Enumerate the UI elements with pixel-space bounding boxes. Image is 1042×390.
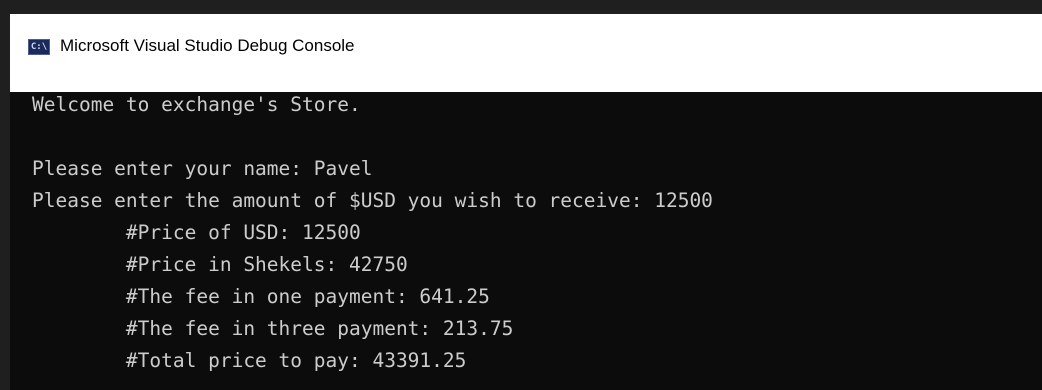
console-line-name-prompt: Please enter your name: Pavel — [32, 157, 373, 180]
console-output[interactable]: Welcome to exchange's Store. Please ente… — [0, 92, 1042, 390]
window-title: Microsoft Visual Studio Debug Console — [60, 36, 355, 55]
console-line-fee-one-payment: #The fee in one payment: 641.25 — [32, 285, 490, 308]
console-app-icon: C:\ — [28, 39, 50, 55]
console-line-price-shekels: #Price in Shekels: 42750 — [32, 253, 408, 276]
console-line-amount-prompt: Please enter the amount of $USD you wish… — [32, 189, 713, 212]
window-top-strip — [0, 0, 1042, 14]
console-line-fee-three-payment: #The fee in three payment: 213.75 — [32, 317, 514, 340]
debug-console-window: C:\ Microsoft Visual Studio Debug Consol… — [0, 0, 1042, 390]
title-bar[interactable]: C:\ Microsoft Visual Studio Debug Consol… — [0, 14, 1042, 92]
console-line-price-usd: #Price of USD: 12500 — [32, 221, 361, 244]
console-line-total-price: #Total price to pay: 43391.25 — [32, 349, 467, 372]
console-line-welcome: Welcome to exchange's Store. — [32, 93, 361, 116]
